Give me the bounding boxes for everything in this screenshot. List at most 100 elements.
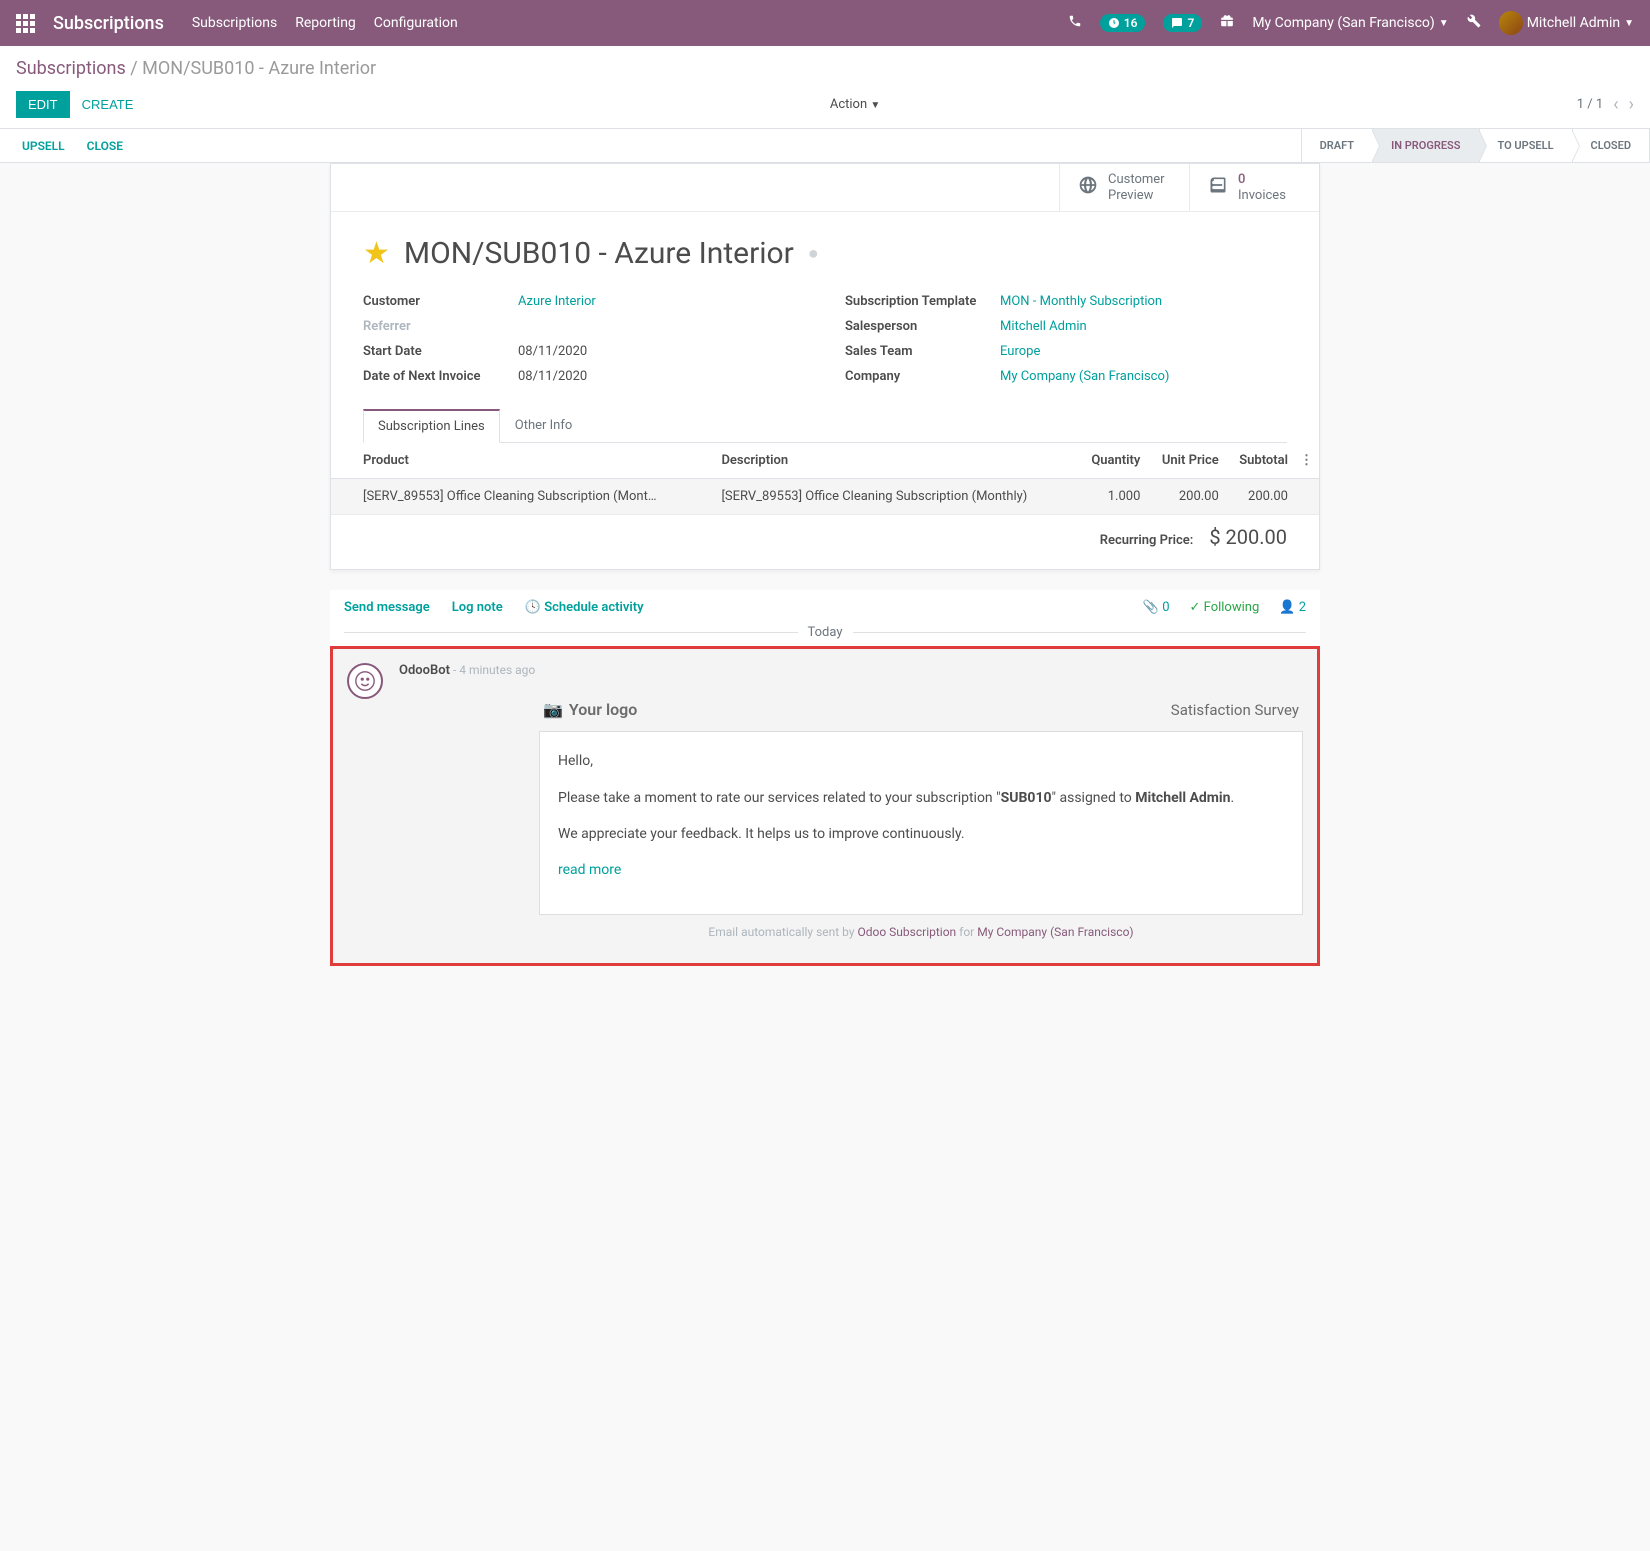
- chevron-down-icon: ▼: [1624, 18, 1634, 29]
- logo-placeholder: 📷 Your logo: [543, 700, 637, 719]
- kebab-icon[interactable]: ⋮: [1294, 443, 1319, 479]
- activities-badge[interactable]: 16: [1100, 14, 1146, 32]
- chevron-down-icon: ▼: [870, 100, 880, 111]
- star-icon[interactable]: ★: [363, 236, 390, 271]
- referrer-label: Referrer: [363, 319, 518, 334]
- upsell-button[interactable]: UPSELL: [22, 139, 65, 153]
- start-date-label: Start Date: [363, 344, 518, 359]
- message-time: - 4 minutes ago: [453, 663, 535, 677]
- start-date-value: 08/11/2020: [518, 344, 805, 359]
- next-invoice-value: 08/11/2020: [518, 369, 805, 384]
- preview-line2: Preview: [1108, 188, 1165, 204]
- stage-in-progress[interactable]: IN PROGRESS: [1373, 129, 1479, 162]
- col-quantity: Quantity: [1077, 443, 1146, 479]
- company-selector[interactable]: My Company (San Francisco) ▼: [1252, 15, 1448, 31]
- survey-title: Satisfaction Survey: [1171, 701, 1299, 719]
- chevron-down-icon: ▼: [1439, 18, 1449, 29]
- edit-button[interactable]: EDIT: [16, 91, 70, 118]
- globe-icon: [1078, 175, 1098, 200]
- cell-subtotal: 200.00: [1225, 479, 1294, 515]
- preview-line1: Customer: [1108, 172, 1165, 188]
- company-link[interactable]: My Company (San Francisco): [977, 925, 1133, 939]
- user-icon: 👤: [1279, 600, 1295, 615]
- schedule-activity-button[interactable]: 🕓 Schedule activity: [525, 600, 644, 615]
- nav-right: 16 7 My Company (San Francisco) ▼ Mitche…: [1068, 11, 1634, 35]
- status-bar: UPSELL CLOSE DRAFT IN PROGRESS TO UPSELL…: [0, 129, 1650, 163]
- record-title: MON/SUB010 - Azure Interior: [404, 236, 794, 271]
- col-description: Description: [715, 443, 1077, 479]
- email-hello: Hello,: [558, 750, 1284, 772]
- pager-prev-icon[interactable]: ‹: [1613, 94, 1618, 115]
- nav-configuration[interactable]: Configuration: [374, 15, 458, 31]
- invoices-button[interactable]: 0 Invoices: [1189, 164, 1319, 211]
- salesperson-label: Salesperson: [845, 319, 1000, 334]
- phone-icon[interactable]: [1068, 14, 1082, 32]
- team-value[interactable]: Europe: [1000, 344, 1287, 359]
- email-body: Hello, Please take a moment to rate our …: [539, 731, 1303, 915]
- col-product: Product: [331, 443, 715, 479]
- table-row[interactable]: [SERV_89553] Office Cleaning Subscriptio…: [331, 479, 1319, 515]
- debug-icon[interactable]: [1467, 14, 1481, 32]
- pager-next-icon[interactable]: ›: [1629, 94, 1634, 115]
- tab-other-info[interactable]: Other Info: [500, 409, 588, 443]
- following-button[interactable]: ✓ Following: [1190, 600, 1260, 615]
- close-button[interactable]: CLOSE: [87, 139, 123, 153]
- stage-closed[interactable]: CLOSED: [1573, 129, 1650, 162]
- breadcrumb-root[interactable]: Subscriptions: [16, 58, 126, 79]
- check-icon: ✓: [1190, 600, 1201, 615]
- stage-to-upsell[interactable]: TO UPSELL: [1480, 129, 1573, 162]
- chatter: Send message Log note 🕓 Schedule activit…: [330, 590, 1320, 966]
- message: OdooBot - 4 minutes ago 📷 Your logo Sati…: [330, 646, 1320, 966]
- messages-badge[interactable]: 7: [1163, 14, 1202, 32]
- odoo-subscription-link[interactable]: Odoo Subscription: [857, 925, 956, 939]
- cell-quantity: 1.000: [1077, 479, 1146, 515]
- customer-value[interactable]: Azure Interior: [518, 294, 805, 309]
- apps-icon[interactable]: [16, 14, 35, 33]
- send-message-button[interactable]: Send message: [344, 600, 430, 615]
- salesperson-value[interactable]: Mitchell Admin: [1000, 319, 1287, 334]
- camera-icon: 📷: [543, 700, 563, 719]
- referrer-value: [518, 319, 805, 334]
- invoices-label: Invoices: [1238, 188, 1286, 204]
- tab-subscription-lines[interactable]: Subscription Lines: [363, 409, 500, 443]
- col-subtotal: Subtotal: [1225, 443, 1294, 479]
- email-p2: We appreciate your feedback. It helps us…: [558, 823, 1284, 845]
- action-dropdown[interactable]: Action ▼: [830, 97, 880, 112]
- gift-icon[interactable]: [1220, 14, 1234, 32]
- company-label: Company: [845, 369, 1000, 384]
- cell-description: [SERV_89553] Office Cleaning Subscriptio…: [715, 479, 1077, 515]
- invoices-count: 0: [1238, 172, 1286, 188]
- email-p1: Please take a moment to rate our service…: [558, 787, 1284, 809]
- pager: 1 / 1 ‹ ›: [1577, 94, 1634, 115]
- recurring-price-label: Recurring Price:: [1100, 533, 1194, 548]
- bot-avatar-icon: [347, 663, 383, 699]
- tab-list: Subscription Lines Other Info: [363, 409, 1287, 443]
- read-more-link[interactable]: read more: [558, 862, 621, 878]
- template-label: Subscription Template: [845, 294, 1000, 309]
- breadcrumb: Subscriptions / MON/SUB010 - Azure Inter…: [16, 58, 1634, 79]
- lines-table: Product Description Quantity Unit Price …: [331, 443, 1319, 515]
- log-note-button[interactable]: Log note: [452, 600, 503, 615]
- team-label: Sales Team: [845, 344, 1000, 359]
- form-sheet: Customer Preview 0 Invoices ★ MON/SUB010…: [330, 163, 1320, 570]
- clock-icon: 🕓: [525, 600, 544, 615]
- nav-links: Subscriptions Reporting Configuration: [192, 15, 458, 31]
- col-unit-price: Unit Price: [1146, 443, 1224, 479]
- paperclip-icon: 📎: [1143, 600, 1159, 615]
- template-value[interactable]: MON - Monthly Subscription: [1000, 294, 1287, 309]
- nav-reporting[interactable]: Reporting: [295, 15, 356, 31]
- brand-title: Subscriptions: [53, 13, 164, 34]
- cell-product: [SERV_89553] Office Cleaning Subscriptio…: [363, 489, 663, 504]
- email-footer: Email automatically sent by Odoo Subscri…: [539, 915, 1303, 949]
- attachments-button[interactable]: 📎 0: [1143, 600, 1170, 615]
- create-button[interactable]: CREATE: [82, 97, 134, 112]
- stage-draft[interactable]: DRAFT: [1302, 129, 1373, 162]
- nav-subscriptions[interactable]: Subscriptions: [192, 15, 277, 31]
- followers-button[interactable]: 👤 2: [1279, 600, 1306, 615]
- company-value[interactable]: My Company (San Francisco): [1000, 369, 1287, 384]
- book-icon: [1208, 175, 1228, 200]
- stat-button-box: Customer Preview 0 Invoices: [331, 164, 1319, 212]
- company-name: My Company (San Francisco): [1252, 15, 1434, 31]
- user-menu[interactable]: Mitchell Admin ▼: [1499, 11, 1634, 35]
- customer-preview-button[interactable]: Customer Preview: [1059, 164, 1189, 211]
